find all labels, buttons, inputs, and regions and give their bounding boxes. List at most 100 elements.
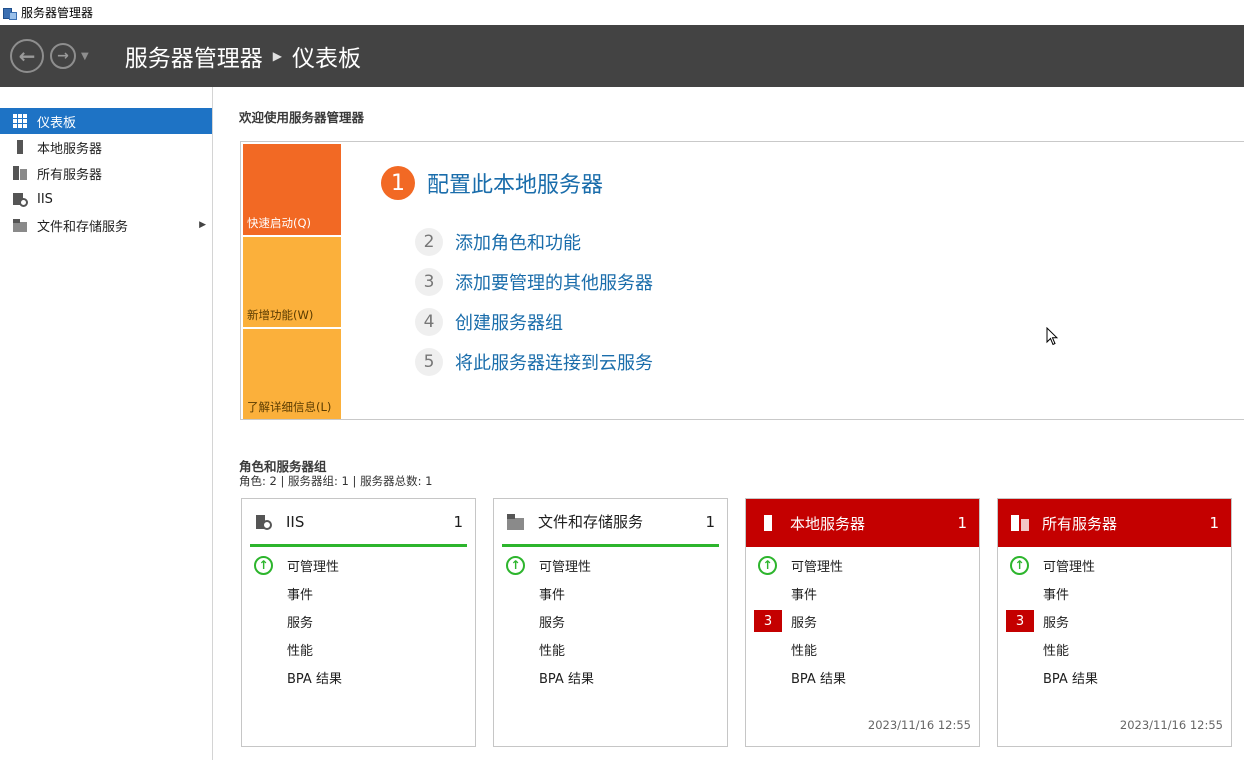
- row-manageability[interactable]: ↑ 可管理性: [242, 551, 475, 579]
- row-label: 事件: [1043, 587, 1070, 603]
- row-performance[interactable]: 性能: [242, 635, 475, 663]
- step-add-servers[interactable]: 3 添加要管理的其他服务器: [415, 268, 653, 296]
- forward-button[interactable]: →: [50, 43, 76, 69]
- row-label: 可管理性: [287, 559, 340, 575]
- role-card-local-server[interactable]: 本地服务器 1 ↑ 可管理性 事件 3 服务 性能 BPA 结果 2023/11/1…: [745, 498, 980, 747]
- row-label: 服务: [539, 615, 566, 631]
- row-bpa[interactable]: BPA 结果: [746, 663, 979, 691]
- card-title: IIS: [286, 512, 305, 531]
- card-title: 所有服务器: [1042, 514, 1118, 533]
- mouse-cursor-icon: [1046, 327, 1058, 346]
- header-bar: ← → ▼ 服务器管理器 ▶ 仪表板: [0, 25, 1244, 87]
- back-button[interactable]: ←: [10, 39, 44, 73]
- step-link[interactable]: 添加角色和功能: [455, 229, 581, 255]
- sidebar-item-local-server[interactable]: 本地服务器: [0, 134, 212, 160]
- row-label: 可管理性: [1043, 559, 1096, 575]
- step-create-group[interactable]: 4 创建服务器组: [415, 308, 563, 336]
- alert-count-badge[interactable]: 3: [1006, 610, 1034, 632]
- sidebar-item-all-servers[interactable]: 所有服务器: [0, 160, 212, 186]
- card-timestamp: 2023/11/16 12:55: [867, 718, 971, 732]
- row-label: BPA 结果: [1043, 671, 1098, 687]
- row-events[interactable]: 事件: [494, 579, 727, 607]
- step-number: 1: [381, 166, 415, 200]
- card-title: 文件和存储服务: [538, 513, 644, 531]
- servers-icon: [12, 165, 28, 181]
- server-icon: [758, 513, 778, 533]
- dashboard-icon: [12, 113, 28, 129]
- welcome-title: 欢迎使用服务器管理器: [239, 110, 365, 125]
- row-label: 性能: [791, 643, 818, 659]
- file-storage-icon: [506, 512, 526, 532]
- sidebar-item-dashboard[interactable]: 仪表板: [0, 108, 212, 134]
- step-link[interactable]: 配置此本地服务器: [427, 167, 603, 199]
- history-dropdown-icon[interactable]: ▼: [81, 51, 89, 62]
- row-performance[interactable]: 性能: [746, 635, 979, 663]
- tab-learn-more[interactable]: 了解详细信息(L): [243, 329, 341, 419]
- step-configure-local-server[interactable]: 1 配置此本地服务器: [381, 166, 603, 200]
- step-number: 3: [415, 268, 443, 296]
- title-bar: 服务器管理器: [0, 0, 1244, 25]
- row-manageability[interactable]: ↑ 可管理性: [746, 551, 979, 579]
- expand-arrow-icon[interactable]: ▶: [199, 220, 206, 230]
- row-services[interactable]: 服务: [494, 607, 727, 635]
- row-services[interactable]: 3 服务: [998, 607, 1231, 635]
- row-label: 性能: [1043, 643, 1070, 659]
- step-number: 2: [415, 228, 443, 256]
- row-label: 性能: [287, 643, 314, 659]
- sidebar-item-label: 文件和存储服务: [37, 219, 129, 235]
- card-header[interactable]: 所有服务器 1: [998, 499, 1231, 547]
- tab-quick-start[interactable]: 快速启动(Q): [243, 144, 341, 235]
- row-label: 可管理性: [539, 559, 592, 575]
- file-storage-icon: [12, 217, 28, 233]
- card-header[interactable]: 文件和存储服务 1: [502, 499, 719, 547]
- role-card-iis[interactable]: IIS 1 ↑ 可管理性 事件 服务 性能 BPA 结果: [241, 498, 476, 747]
- step-link[interactable]: 将此服务器连接到云服务: [455, 349, 653, 375]
- row-manageability[interactable]: ↑ 可管理性: [998, 551, 1231, 579]
- sidebar-item-iis[interactable]: IIS: [0, 186, 212, 212]
- roles-summary: 角色: 2 | 服务器组: 1 | 服务器总数: 1: [239, 474, 433, 488]
- row-bpa[interactable]: BPA 结果: [242, 663, 475, 691]
- server-manager-icon: [3, 6, 17, 20]
- row-label: 服务: [1043, 615, 1070, 631]
- row-events[interactable]: 事件: [242, 579, 475, 607]
- row-label: 事件: [287, 587, 314, 603]
- row-bpa[interactable]: BPA 结果: [998, 663, 1231, 691]
- row-label: 可管理性: [791, 559, 844, 575]
- card-header[interactable]: IIS 1: [250, 499, 467, 547]
- row-bpa[interactable]: BPA 结果: [494, 663, 727, 691]
- servers-icon: [1010, 513, 1030, 533]
- role-card-file-storage[interactable]: 文件和存储服务 1 ↑ 可管理性 事件 服务 性能 BPA 结果: [493, 498, 728, 747]
- row-manageability[interactable]: ↑ 可管理性: [494, 551, 727, 579]
- server-manager-window: 服务器管理器 ← → ▼ 服务器管理器 ▶ 仪表板 仪表板 本地服务器 所有服务…: [0, 0, 1244, 760]
- step-add-roles[interactable]: 2 添加角色和功能: [415, 228, 581, 256]
- row-events[interactable]: 事件: [746, 579, 979, 607]
- row-performance[interactable]: 性能: [494, 635, 727, 663]
- step-connect-cloud[interactable]: 5 将此服务器连接到云服务: [415, 348, 653, 376]
- row-events[interactable]: 事件: [998, 579, 1231, 607]
- tab-whats-new[interactable]: 新增功能(W): [243, 237, 341, 327]
- row-services[interactable]: 服务: [242, 607, 475, 635]
- status-ok-icon: ↑: [506, 555, 525, 575]
- arrow-right-icon: →: [57, 48, 69, 64]
- row-services[interactable]: 3 服务: [746, 607, 979, 635]
- sidebar-item-label: 仪表板: [37, 115, 77, 131]
- card-count: 1: [1209, 514, 1219, 532]
- alert-count-badge[interactable]: 3: [754, 610, 782, 632]
- sidebar-item-file-storage[interactable]: 文件和存储服务 ▶: [0, 212, 212, 238]
- card-header[interactable]: 本地服务器 1: [746, 499, 979, 547]
- row-label: 事件: [791, 587, 818, 603]
- breadcrumb-current: 仪表板: [291, 46, 361, 72]
- card-count: 1: [957, 514, 967, 532]
- iis-icon: [254, 512, 274, 532]
- card-count: 1: [453, 512, 463, 531]
- window-title: 服务器管理器: [21, 6, 94, 20]
- step-link[interactable]: 添加要管理的其他服务器: [455, 269, 653, 295]
- status-ok-icon: ↑: [254, 555, 273, 575]
- role-card-all-servers[interactable]: 所有服务器 1 ↑ 可管理性 事件 3 服务 性能 BPA 结果 2023/11/1…: [997, 498, 1232, 747]
- row-label: 性能: [539, 643, 566, 659]
- step-link[interactable]: 创建服务器组: [455, 309, 563, 335]
- row-performance[interactable]: 性能: [998, 635, 1231, 663]
- row-label: 服务: [287, 615, 314, 631]
- breadcrumb-root[interactable]: 服务器管理器: [125, 39, 263, 73]
- server-icon: [12, 139, 28, 155]
